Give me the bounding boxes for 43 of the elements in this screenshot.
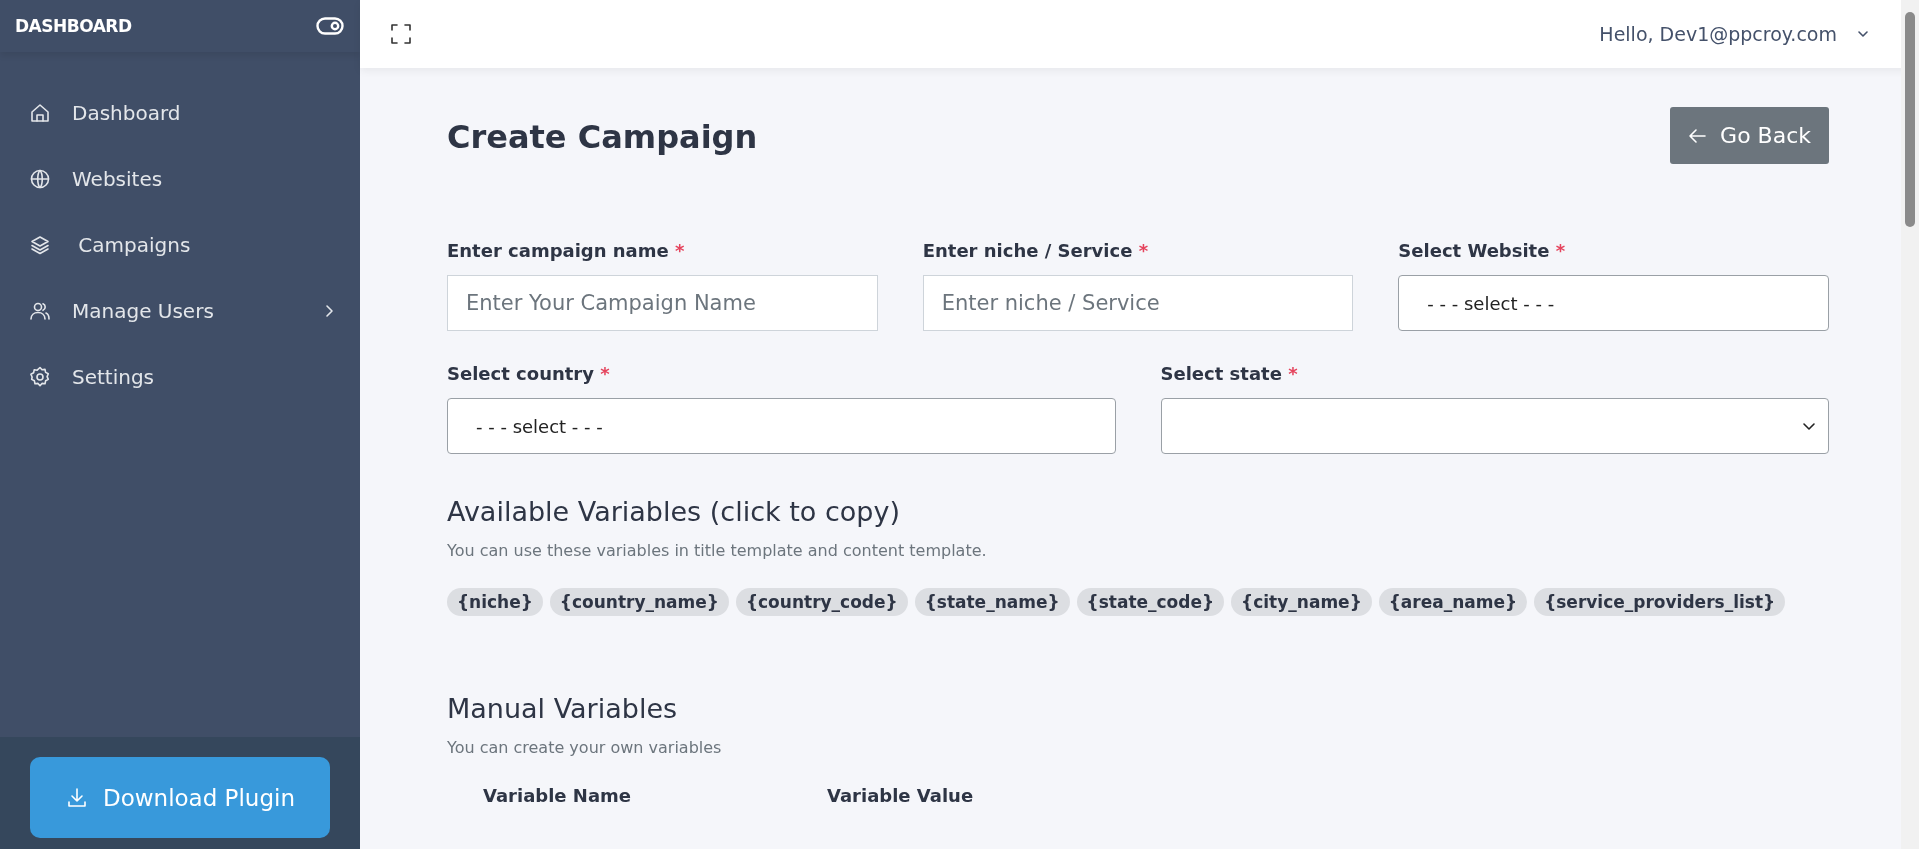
field-label: Select state * [1160, 363, 1299, 384]
field-label: Select country * [447, 363, 611, 384]
go-back-button[interactable]: Go Back [1670, 107, 1829, 164]
field-label: Select Website * [1398, 240, 1567, 261]
globe-icon [28, 167, 52, 191]
variable-chip[interactable]: {service_providers_list} [1534, 588, 1786, 616]
variable-chip[interactable]: {state_name} [914, 588, 1070, 616]
select-field[interactable] [1160, 398, 1829, 454]
scrollbar-thumb[interactable] [1905, 12, 1915, 227]
home-icon [28, 101, 52, 125]
toggle-icon [316, 17, 344, 35]
gear-icon [28, 365, 52, 389]
variable-chip[interactable]: {state_code} [1076, 588, 1225, 616]
section-description: You can use these variables in title template and content template. [447, 541, 988, 560]
select-field[interactable]: - - - select - - - [447, 398, 1116, 454]
page-title: Create Campaign [447, 118, 758, 156]
field-label: Enter niche / Service * [922, 240, 1150, 261]
section-title: Manual Variables [447, 693, 679, 724]
section-description: You can create your own variables [447, 738, 723, 757]
variable-chip[interactable]: {area_name} [1378, 588, 1528, 616]
arrow-left-icon [1688, 127, 1707, 144]
chevron-down-icon [1857, 28, 1869, 40]
sidebar-item[interactable]: Manage Users [0, 278, 360, 344]
sidebar-item[interactable]: Campaigns [0, 212, 360, 278]
section-title: Available Variables (click to copy) [447, 496, 901, 527]
sidebar-item[interactable]: Websites [0, 146, 360, 212]
select-field[interactable]: - - - select - - - [1398, 275, 1829, 331]
variable-chip[interactable]: {city_name} [1231, 588, 1372, 616]
column-header: Variable Name [483, 785, 632, 806]
variable-chip[interactable]: {country_name} [549, 588, 729, 616]
text-field[interactable]: Enter Your Campaign Name [447, 275, 878, 331]
scrollbar[interactable] [1901, 0, 1919, 849]
variable-chip[interactable]: {country_code} [735, 588, 908, 616]
sidebar-item[interactable]: Settings [0, 344, 360, 410]
sidebar-brand: DASHBOARD [15, 16, 132, 36]
fullscreen-icon[interactable] [390, 23, 412, 45]
user-greeting[interactable]: Hello, Dev1@ppcroy.com [1599, 23, 1837, 45]
layers-icon [28, 233, 52, 257]
text-field[interactable]: Enter niche / Service [922, 275, 1354, 331]
variable-chip[interactable]: {niche} [447, 588, 543, 616]
sidebar-item[interactable]: Dashboard [0, 80, 360, 146]
field-label: Enter campaign name * [447, 240, 686, 261]
column-header: Variable Value [827, 785, 975, 806]
